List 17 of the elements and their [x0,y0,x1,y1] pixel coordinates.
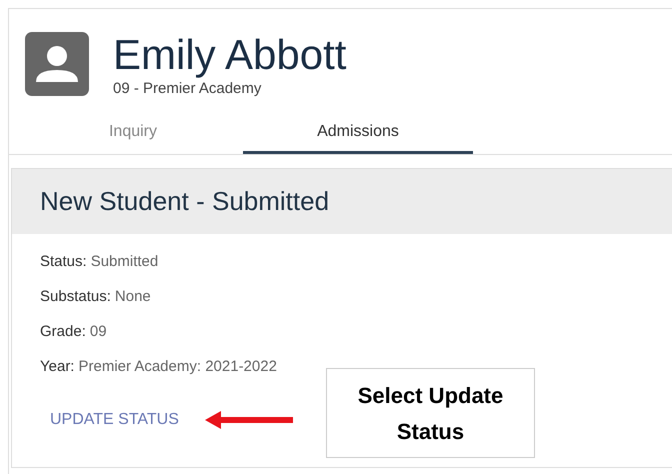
update-status-button[interactable]: UPDATE STATUS [40,407,189,433]
card-title: New Student - Submitted [40,186,330,217]
tab[interactable]: Inquiry [23,113,243,154]
avatar-icon [25,32,89,96]
field-label: Year: [40,358,74,375]
tab[interactable]: Admissions [243,113,473,154]
student-school: 09 - Premier Academy [113,80,262,97]
field-value: Premier Academy: 2021-2022 [78,358,277,375]
field-value: Submitted [90,253,158,270]
field-value: 09 [90,323,107,340]
field-value: None [114,288,151,305]
arrow-icon [204,411,293,429]
field-label: Status: [40,253,87,270]
field-label: Grade: [40,323,86,340]
callout-note: Select Update Status [326,368,535,458]
student-name: Emily Abbott [113,31,346,79]
field-label: Substatus: [40,288,111,305]
